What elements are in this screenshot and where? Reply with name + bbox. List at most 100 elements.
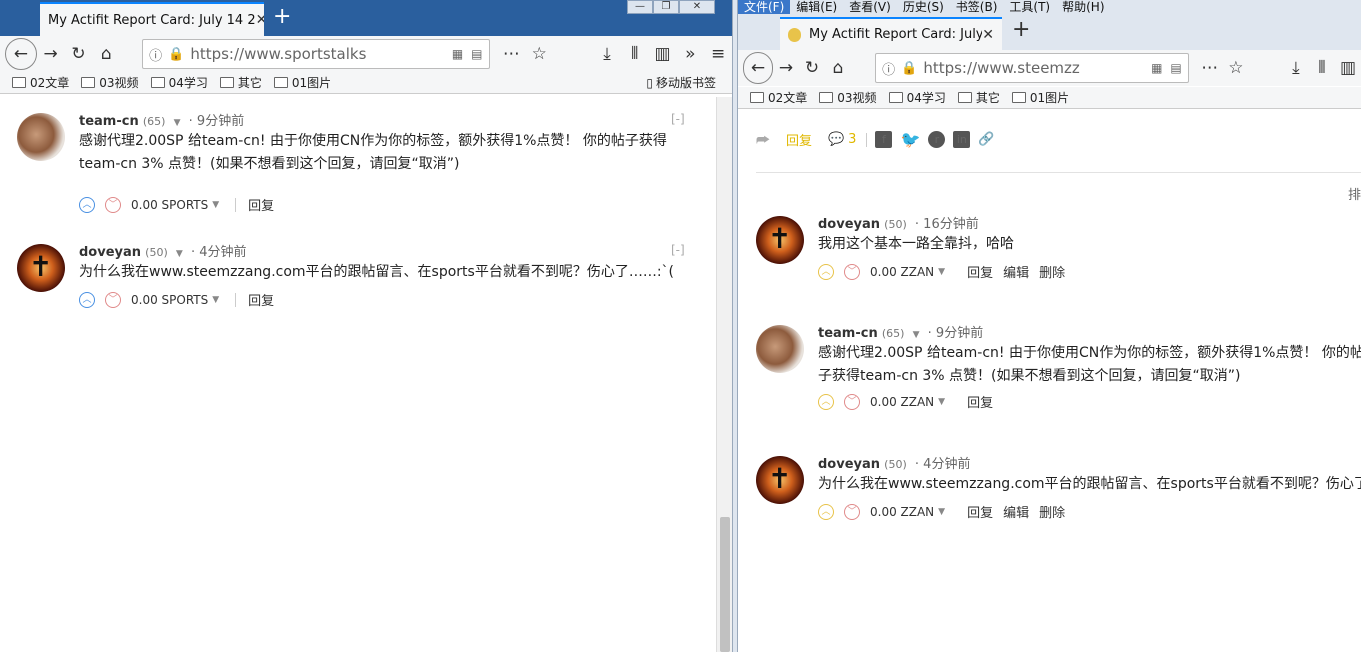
page-actions-icon[interactable]: ⋯ <box>498 40 526 68</box>
twitter-icon[interactable]: 🐦 <box>900 130 920 149</box>
comment-time[interactable]: · 4分钟前 <box>191 245 247 260</box>
comment-author[interactable]: doveyan <box>818 457 880 472</box>
reply-button[interactable]: 回复 <box>967 262 993 281</box>
upvote-icon[interactable]: ︿ <box>818 393 834 410</box>
home-icon[interactable]: ⌂ <box>825 54 851 82</box>
bookmark-folder[interactable]: 04学习 <box>888 89 946 106</box>
vertical-scrollbar[interactable] <box>716 97 732 652</box>
menu-tools[interactable]: 工具(T) <box>1003 0 1056 14</box>
bookmark-folder[interactable]: 02文章 <box>750 89 807 106</box>
comment-author[interactable]: doveyan <box>79 245 141 260</box>
info-icon[interactable]: ⓘ <box>149 45 162 64</box>
bookmark-folder[interactable]: 01图片 <box>273 74 331 91</box>
avatar[interactable] <box>756 325 804 373</box>
collapse-toggle[interactable]: [-] <box>671 112 685 126</box>
sort-label[interactable]: 排 <box>1348 184 1361 203</box>
upvote-icon[interactable]: ︿ <box>818 503 834 520</box>
avatar[interactable] <box>17 244 65 292</box>
bookmark-folder[interactable]: 04学习 <box>150 74 208 91</box>
download-icon[interactable]: ⤓ <box>1283 54 1309 82</box>
share-icon[interactable]: ⮫ <box>756 131 770 149</box>
library-icon[interactable]: ⫴ <box>1309 54 1335 82</box>
payout-value[interactable]: 0.00 SPORTS <box>131 293 208 307</box>
chevron-down-icon[interactable]: ▼ <box>938 507 945 517</box>
url-bar[interactable]: ⓘ 🔒 https://www.steemzz ▦ ▤ <box>875 53 1189 83</box>
upvote-icon[interactable]: ︿ <box>818 263 834 280</box>
chevron-down-icon[interactable]: ▼ <box>212 200 219 210</box>
library-icon[interactable]: ⫴ <box>621 40 649 68</box>
reader-view-icon[interactable]: ▤ <box>1170 61 1181 75</box>
avatar[interactable] <box>17 113 65 161</box>
comment-time[interactable]: · 16分钟前 <box>915 217 979 232</box>
downvote-icon[interactable]: ﹀ <box>844 393 860 410</box>
edit-button[interactable]: 编辑 <box>1003 262 1029 281</box>
reply-button[interactable]: 回复 <box>967 392 993 411</box>
comment-author[interactable]: team-cn <box>818 326 878 341</box>
tab-close-icon[interactable]: ✕ <box>982 27 994 43</box>
new-tab-icon[interactable]: + <box>273 3 291 31</box>
bookmark-star-icon[interactable]: ☆ <box>525 40 553 68</box>
avatar[interactable] <box>756 216 804 264</box>
tab-close-icon[interactable]: ✕ <box>256 12 264 28</box>
sidebar-icon[interactable]: ▥ <box>649 40 677 68</box>
edit-button[interactable]: 编辑 <box>1003 502 1029 521</box>
payout-value[interactable]: 0.00 ZZAN <box>870 395 934 409</box>
url-bar[interactable]: ⓘ 🔒 https://www.sportstalks ▦ ▤ <box>142 39 490 69</box>
downvote-icon[interactable]: ﹀ <box>844 263 860 280</box>
chevron-down-icon[interactable]: ▼ <box>176 249 183 259</box>
download-icon[interactable]: ⤓ <box>593 40 621 68</box>
delete-button[interactable]: 删除 <box>1039 502 1065 521</box>
menu-history[interactable]: 历史(S) <box>897 0 950 14</box>
chevron-down-icon[interactable]: ▼ <box>174 118 181 128</box>
active-tab[interactable]: My Actifit Report Card: July 1 ✕ <box>780 17 1002 50</box>
info-icon[interactable]: ⓘ <box>882 59 895 78</box>
comment-time[interactable]: · 4分钟前 <box>915 457 971 472</box>
upvote-icon[interactable]: ︿ <box>79 196 95 213</box>
qr-code-icon[interactable]: ▦ <box>452 47 463 61</box>
post-reply-link[interactable]: 回复 <box>786 130 812 149</box>
chevron-down-icon[interactable]: ▼ <box>212 295 219 305</box>
bookmark-folder[interactable]: 其它 <box>219 74 262 91</box>
reddit-icon[interactable]: r <box>928 131 946 148</box>
home-icon[interactable]: ⌂ <box>92 40 120 68</box>
facebook-icon[interactable]: f <box>875 131 893 148</box>
qr-code-icon[interactable]: ▦ <box>1151 61 1162 75</box>
comments-icon[interactable]: 💬 <box>828 132 844 147</box>
forward-arrow-icon[interactable]: → <box>37 40 65 68</box>
hamburger-menu-icon[interactable]: ≡ <box>704 40 732 68</box>
close-window-button[interactable]: ✕ <box>679 0 715 14</box>
bookmark-folder[interactable]: 其它 <box>957 89 1000 106</box>
menu-file[interactable]: 文件(F) <box>738 0 791 14</box>
payout-value[interactable]: 0.00 ZZAN <box>870 505 934 519</box>
upvote-icon[interactable]: ︿ <box>79 291 95 308</box>
linkedin-icon[interactable]: in <box>953 131 971 148</box>
chevron-down-icon[interactable]: ▼ <box>938 397 945 407</box>
page-actions-icon[interactable]: ⋯ <box>1197 54 1223 82</box>
comment-count[interactable]: 3 <box>848 132 856 147</box>
avatar[interactable] <box>756 456 804 504</box>
minimize-button[interactable]: — <box>627 0 653 14</box>
back-arrow-icon[interactable]: ← <box>5 38 37 70</box>
menu-edit[interactable]: 编辑(E) <box>790 0 843 14</box>
payout-value[interactable]: 0.00 ZZAN <box>870 265 934 279</box>
active-tab[interactable]: My Actifit Report Card: July 14 2 ✕ <box>40 2 264 36</box>
reply-button[interactable]: 回复 <box>248 195 274 214</box>
chevron-down-icon[interactable]: ▼ <box>913 330 920 340</box>
forward-arrow-icon[interactable]: → <box>773 54 799 82</box>
menu-view[interactable]: 查看(V) <box>843 0 897 14</box>
menu-bookmarks[interactable]: 书签(B) <box>950 0 1004 14</box>
collapse-toggle[interactable]: [-] <box>671 243 685 257</box>
reload-icon[interactable]: ↻ <box>65 40 93 68</box>
downvote-icon[interactable]: ﹀ <box>844 503 860 520</box>
reader-view-icon[interactable]: ▤ <box>471 47 482 61</box>
reply-button[interactable]: 回复 <box>967 502 993 521</box>
comment-time[interactable]: · 9分钟前 <box>189 114 245 129</box>
scrollbar-thumb[interactable] <box>720 517 730 652</box>
delete-button[interactable]: 删除 <box>1039 262 1065 281</box>
bookmark-folder[interactable]: 03视频 <box>81 74 139 91</box>
payout-value[interactable]: 0.00 SPORTS <box>131 198 208 212</box>
menu-help[interactable]: 帮助(H) <box>1056 0 1110 14</box>
bookmark-folder[interactable]: 03视频 <box>819 89 877 106</box>
downvote-icon[interactable]: ﹀ <box>105 196 121 213</box>
downvote-icon[interactable]: ﹀ <box>105 291 121 308</box>
